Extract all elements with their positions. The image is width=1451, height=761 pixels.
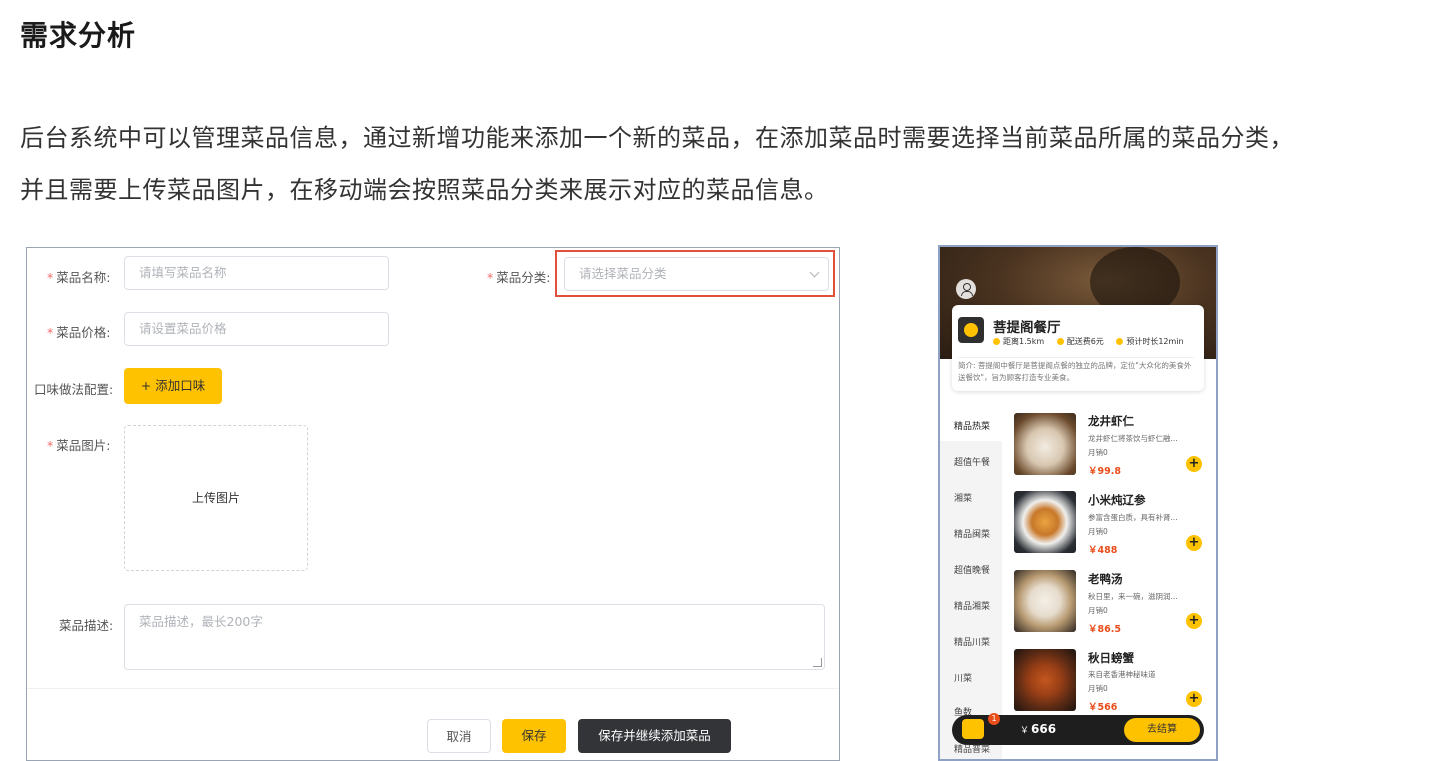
footer-divider — [27, 688, 839, 689]
dish-name-input[interactable]: 请填写菜品名称 — [124, 256, 389, 290]
category-item[interactable]: 精品川菜 — [954, 635, 990, 648]
shop-logo — [958, 317, 984, 343]
dish-sales: 月销0 — [1088, 527, 1108, 536]
dish-desc-label: 菜品描述: — [59, 618, 114, 633]
required-mark: * — [47, 438, 54, 453]
delivery-fee-icon — [1056, 338, 1064, 345]
category-item[interactable]: 精品湘菜 — [954, 599, 990, 612]
add-to-cart-button[interactable]: + — [1186, 691, 1202, 707]
category-item[interactable]: 超值午餐 — [954, 455, 990, 468]
category-item[interactable]: 超值晚餐 — [954, 563, 990, 576]
resize-handle[interactable] — [813, 658, 822, 667]
dish-price-label: * 菜品价格: — [47, 325, 111, 340]
save-button[interactable]: 保存 — [502, 719, 566, 753]
dish-price: ￥86.5 — [1088, 624, 1121, 635]
dish-desc: 秋日里，来一碗，滋阴润... — [1088, 592, 1178, 601]
category-item[interactable]: 精品热菜 — [954, 419, 990, 432]
cart-bar: 1 ￥ 666 去结算 — [952, 713, 1204, 745]
dish-price-input[interactable]: 请设置菜品价格 — [124, 312, 389, 346]
image-upload-box[interactable]: 上传图片 — [124, 425, 308, 571]
dish-price: ￥99.8 — [1088, 466, 1121, 477]
required-mark: * — [487, 270, 494, 285]
dish-desc: 来自老香港神秘味道 — [1088, 670, 1156, 679]
intro-paragraph-line-1: 后台系统中可以管理菜品信息，通过新增功能来添加一个新的菜品，在添加菜品时需要选择… — [20, 124, 1294, 152]
dish-image — [1014, 491, 1076, 553]
intro-paragraph-line-2: 并且需要上传菜品图片，在移动端会按照菜品分类来展示对应的菜品信息。 — [20, 176, 829, 204]
category-item[interactable]: 川菜 — [954, 671, 972, 684]
user-icon[interactable] — [956, 279, 976, 299]
distance-icon — [993, 338, 1000, 345]
category-item[interactable]: 湘菜 — [954, 491, 972, 504]
dish-category-select[interactable]: 请选择菜品分类 — [564, 257, 829, 291]
cart-total: ￥ 666 — [1020, 722, 1057, 736]
dish-sales: 月销0 — [1088, 684, 1108, 693]
flavor-config-label: 口味做法配置: — [34, 382, 114, 397]
shop-meta: 距离1.5km 配送费6元 预计时长12min — [993, 336, 1194, 347]
dish-sales: 月销0 — [1088, 606, 1108, 615]
required-mark: * — [47, 325, 54, 340]
dish-desc: 参富含蛋白质，具有补肾... — [1088, 513, 1178, 522]
cart-icon[interactable] — [962, 719, 984, 739]
add-to-cart-button[interactable]: + — [1186, 613, 1202, 629]
add-to-cart-button[interactable]: + — [1186, 456, 1202, 472]
dish-image — [1014, 413, 1076, 475]
dish-name: 龙井虾仁 — [1088, 414, 1134, 428]
shop-name: 菩提阁餐厅 — [993, 320, 1061, 336]
dish-name-label: * 菜品名称: — [47, 270, 111, 285]
checkout-button[interactable]: 去结算 — [1124, 718, 1200, 742]
dish-sales: 月销0 — [1088, 448, 1108, 457]
mobile-preview: 菩提阁餐厅 距离1.5km 配送费6元 预计时长12min 简介: 菩提阁中餐厅… — [938, 245, 1218, 761]
category-item[interactable]: 精品闽菜 — [954, 527, 990, 540]
add-to-cart-button[interactable]: + — [1186, 535, 1202, 551]
dish-image-label: * 菜品图片: — [47, 438, 111, 453]
clock-icon — [1116, 338, 1124, 345]
add-dish-form: * 菜品名称: 请填写菜品名称 * 菜品分类: 请选择菜品分类 * 菜品价格: 请设置… — [26, 247, 840, 761]
dish-name: 老鸭汤 — [1088, 572, 1123, 586]
dish-price: ￥488 — [1088, 545, 1118, 556]
shop-intro: 简介: 菩提阁中餐厅是菩提阁点餐的独立的品牌，定位"大众化的美食外送餐饮"，旨为… — [958, 357, 1194, 384]
dish-desc: 龙井虾仁将茶饮与虾仁融... — [1088, 434, 1178, 443]
category-item[interactable]: 精品普菜 — [954, 742, 990, 755]
dish-price: ￥566 — [1088, 702, 1118, 713]
chevron-down-icon — [809, 267, 820, 278]
dish-name: 秋日螃蟹 — [1088, 651, 1134, 665]
shop-info-card: 菩提阁餐厅 距离1.5km 配送费6元 预计时长12min 简介: 菩提阁中餐厅… — [952, 305, 1204, 391]
required-mark: * — [47, 270, 54, 285]
dish-image — [1014, 570, 1076, 632]
dish-category-label: * 菜品分类: — [487, 270, 551, 285]
save-and-continue-button[interactable]: 保存并继续添加菜品 — [578, 719, 731, 753]
cart-count-badge: 1 — [988, 713, 1000, 725]
page-heading: 需求分析 — [20, 19, 137, 52]
dish-desc-textarea[interactable]: 菜品描述，最长200字 — [124, 604, 825, 670]
dish-image — [1014, 649, 1076, 711]
dish-name: 小米炖辽参 — [1088, 493, 1146, 507]
add-flavor-button[interactable]: + 添加口味 — [124, 368, 222, 404]
cancel-button[interactable]: 取消 — [427, 719, 491, 753]
